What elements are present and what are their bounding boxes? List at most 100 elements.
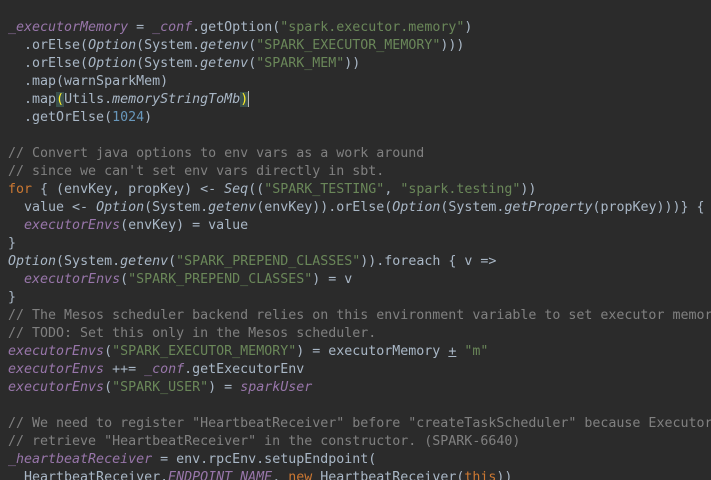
code-token: .map [8,92,57,107]
code-token: ( [56,92,65,107]
code-token: Option [88,56,137,71]
code-token: = env.rpcEnv.setupEndpoint( [152,452,377,467]
code-token: Option [392,200,441,215]
code-line[interactable]: .map(warnSparkMem) [8,73,168,91]
code-token: "spark.testing" [400,182,521,197]
code-token: _heartbeatReceiver [8,452,153,467]
code-token: .getOrElse( [8,110,113,125]
code-line[interactable]: executorEnvs("SPARK_USER") = sparkUser [8,379,312,397]
code-token: Option [96,200,145,215]
code-line[interactable]: // since we can't set env vars directly … [8,163,384,181]
code-line[interactable]: executorEnvs(envKey) = value [8,217,248,235]
code-token: ( [168,254,177,269]
code-token: executorEnvs [8,344,105,359]
code-line[interactable]: // We need to register "HeartbeatReceive… [8,415,711,433]
code-token: // since we can't set env vars directly … [8,164,385,179]
code-token: "SPARK_TESTING" [264,182,385,197]
code-line[interactable]: .orElse(Option(System.getenv("SPARK_MEM"… [8,55,360,73]
code-token: ++= [104,362,145,377]
code-token: // Convert java options to env vars as a… [8,146,425,161]
code-token: (envKey) = value [120,218,249,233]
code-line[interactable]: .orElse(Option(System.getenv("SPARK_EXEC… [8,37,464,55]
code-line[interactable]: .map(Utils.memoryStringToMb) [8,91,250,109]
code-token: .getOption( [192,20,281,35]
code-token: // The Mesos scheduler backend relies on… [8,308,711,323]
code-token: (System. [56,254,121,269]
code-token: executorEnvs [24,272,121,287]
code-token: (System. [136,38,201,53]
code-line[interactable]: } [8,289,16,307]
code-token: getenv [208,200,257,215]
code-editor[interactable]: _executorMemory = _conf.getOption("spark… [0,0,711,480]
code-token: } [8,236,17,251]
code-token: ) = [208,380,241,395]
code-token: .getExecutorEnv [184,362,305,377]
code-token: "SPARK_USER" [112,380,209,395]
code-token: "SPARK_EXECUTOR_MEMORY" [112,344,297,359]
code-token: ))) [440,38,465,53]
code-token: )) [344,56,361,71]
code-line[interactable]: // TODO: Set this only in the Mesos sche… [8,325,376,343]
code-line[interactable]: // The Mesos scheduler backend relies on… [8,307,711,325]
code-token: "m" [464,344,489,359]
code-token: ) [464,20,473,35]
code-line[interactable]: executorEnvs("SPARK_EXECUTOR_MEMORY") = … [8,343,488,361]
code-line[interactable]: _executorMemory = _conf.getOption("spark… [8,19,472,37]
code-token: ( [120,272,129,287]
code-token: getProperty [504,200,593,215]
code-token: this [464,470,497,480]
code-token: getenv [200,38,249,53]
code-token: _conf [152,20,193,35]
code-token: 1024 [112,110,145,125]
code-token: (System. [440,200,505,215]
code-token: executorEnvs [8,380,105,395]
code-token: (envKey)).orElse( [256,200,393,215]
code-token: executorEnvs [8,362,105,377]
code-token: "SPARK_PREPEND_CLASSES" [128,272,313,287]
code-token: )) [496,470,513,480]
code-token: "SPARK_PREPEND_CLASSES" [176,254,361,269]
code-token: "spark.executor.memory" [280,20,465,35]
code-token: value <- [8,200,97,215]
code-line[interactable]: .getOrElse(1024) [8,109,152,127]
code-token: ENDPOINT_NAME [168,470,273,480]
code-token: getenv [120,254,169,269]
code-token: ( [104,380,113,395]
code-token: ) = executorMemory [296,344,449,359]
code-token: .map(warnSparkMem) [8,74,169,89]
code-token: ( [104,344,113,359]
code-token: Seq [224,182,249,197]
code-token: _conf [144,362,185,377]
code-token: (System. [136,56,201,71]
code-line[interactable]: for { (envKey, propKey) <- Seq(("SPARK_T… [8,181,536,199]
code-token: { (envKey, propKey) <- [32,182,225,197]
code-token: (System. [144,200,209,215]
code-token: for [8,182,33,197]
code-token: ) [144,110,153,125]
code-token: , [384,182,401,197]
code-line[interactable]: Option(System.getenv("SPARK_PREPEND_CLAS… [8,253,496,271]
code-line[interactable]: _heartbeatReceiver = env.rpcEnv.setupEnd… [8,451,376,469]
code-line[interactable]: // Convert java options to env vars as a… [8,145,424,163]
code-line[interactable]: value <- Option(System.getenv(envKey)).o… [8,199,705,217]
code-line[interactable]: // retrieve "HeartbeatReceiver" in the c… [8,433,520,451]
code-token: "SPARK_EXECUTOR_MEMORY" [256,38,441,53]
code-token: .orElse( [8,38,89,53]
code-token: HeartbeatReceiver( [312,470,465,480]
code-line[interactable]: executorEnvs("SPARK_PREPEND_CLASSES") = … [8,271,352,289]
code-token: (propKey)))} { [592,200,705,215]
code-token: // TODO: Set this only in the Mesos sche… [8,326,377,341]
code-token: getenv [200,56,249,71]
code-token: executorEnvs [24,218,121,233]
code-token: )).foreach { v => [360,254,497,269]
code-token: = [128,20,153,35]
code-token: } [8,290,17,305]
code-line[interactable]: executorEnvs ++= _conf.getExecutorEnv [8,361,304,379]
code-token: .orElse( [8,56,89,71]
code-token: , [272,470,289,480]
code-token: "SPARK_MEM" [256,56,345,71]
code-token: _executorMemory [8,20,129,35]
code-line[interactable]: HeartbeatReceiver.ENDPOINT_NAME, new Hea… [8,469,512,480]
code-line[interactable]: } [8,235,16,253]
